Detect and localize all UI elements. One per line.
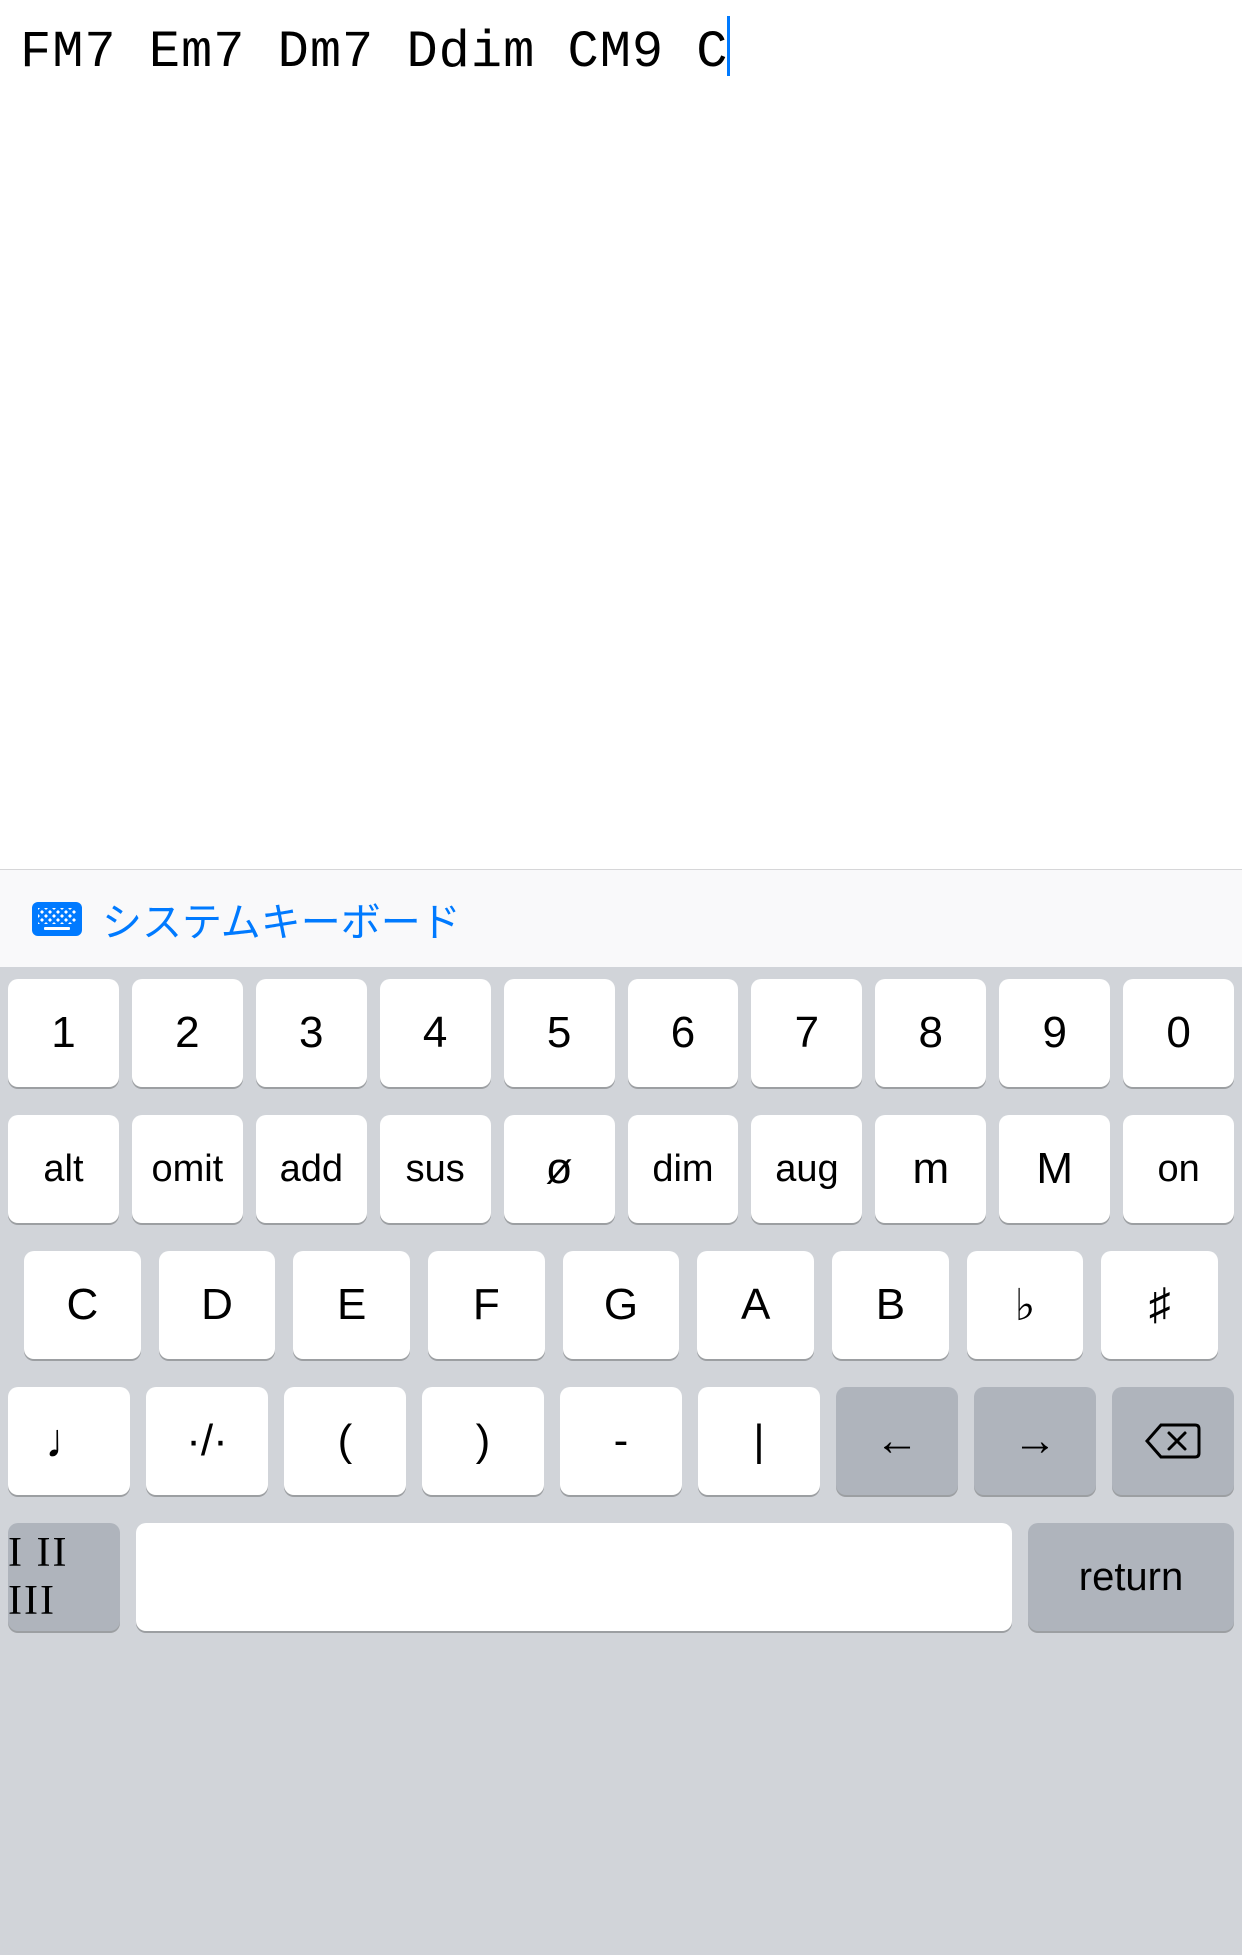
key-alt[interactable]: alt: [8, 1115, 119, 1223]
key-flat[interactable]: ♭: [967, 1251, 1084, 1359]
key-arrow-right[interactable]: →: [974, 1387, 1096, 1495]
key-paren-close[interactable]: ): [422, 1387, 544, 1495]
key-repeat[interactable]: ·/·: [146, 1387, 268, 1495]
editor-text: FM7 Em7 Dm7 Ddim CM9 C: [20, 23, 729, 82]
key-g[interactable]: G: [563, 1251, 680, 1359]
key-4[interactable]: 4: [380, 979, 491, 1087]
key-c[interactable]: C: [24, 1251, 141, 1359]
key-return[interactable]: return: [1028, 1523, 1234, 1631]
key-sharp[interactable]: ♯: [1101, 1251, 1218, 1359]
key-aug[interactable]: aug: [751, 1115, 862, 1223]
key-b[interactable]: B: [832, 1251, 949, 1359]
key-2[interactable]: 2: [132, 979, 243, 1087]
bottom-row: I II III return: [8, 1523, 1234, 1631]
key-mode-switch[interactable]: I II III: [8, 1523, 120, 1631]
key-arrow-left[interactable]: ←: [836, 1387, 958, 1495]
key-0[interactable]: 0: [1123, 979, 1234, 1087]
key-f[interactable]: F: [428, 1251, 545, 1359]
key-paren-open[interactable]: (: [284, 1387, 406, 1495]
backspace-icon: [1145, 1421, 1201, 1461]
key-bar[interactable]: |: [698, 1387, 820, 1495]
key-sus[interactable]: sus: [380, 1115, 491, 1223]
key-3[interactable]: 3: [256, 979, 367, 1087]
symbol-row: ♩ ·/· ( ) - | ← →: [8, 1387, 1234, 1495]
keyboard-toolbar: システムキーボード: [0, 869, 1242, 967]
key-spacebar[interactable]: [136, 1523, 1012, 1631]
key-omit[interactable]: omit: [132, 1115, 243, 1223]
custom-keyboard: 1 2 3 4 5 6 7 8 9 0 alt omit add sus ø d…: [0, 967, 1242, 1955]
key-d[interactable]: D: [159, 1251, 276, 1359]
key-a[interactable]: A: [697, 1251, 814, 1359]
key-e[interactable]: E: [293, 1251, 410, 1359]
key-half-diminished[interactable]: ø: [504, 1115, 615, 1223]
key-dim[interactable]: dim: [628, 1115, 739, 1223]
key-6[interactable]: 6: [628, 979, 739, 1087]
text-cursor: [727, 16, 730, 76]
key-add[interactable]: add: [256, 1115, 367, 1223]
number-row: 1 2 3 4 5 6 7 8 9 0: [8, 979, 1234, 1087]
key-8[interactable]: 8: [875, 979, 986, 1087]
key-quarter-note[interactable]: ♩: [8, 1387, 130, 1495]
key-on[interactable]: on: [1123, 1115, 1234, 1223]
keyboard-icon[interactable]: [32, 902, 82, 936]
note-row: C D E F G A B ♭ ♯: [8, 1251, 1234, 1359]
editor-area[interactable]: FM7 Em7 Dm7 Ddim CM9 C: [0, 0, 1242, 869]
key-dash[interactable]: -: [560, 1387, 682, 1495]
key-backspace[interactable]: [1112, 1387, 1234, 1495]
key-5[interactable]: 5: [504, 979, 615, 1087]
key-1[interactable]: 1: [8, 979, 119, 1087]
key-9[interactable]: 9: [999, 979, 1110, 1087]
switch-keyboard-button[interactable]: システムキーボード: [102, 890, 461, 948]
modifier-row: alt omit add sus ø dim aug m M on: [8, 1115, 1234, 1223]
key-minor[interactable]: m: [875, 1115, 986, 1223]
key-7[interactable]: 7: [751, 979, 862, 1087]
key-major[interactable]: M: [999, 1115, 1110, 1223]
